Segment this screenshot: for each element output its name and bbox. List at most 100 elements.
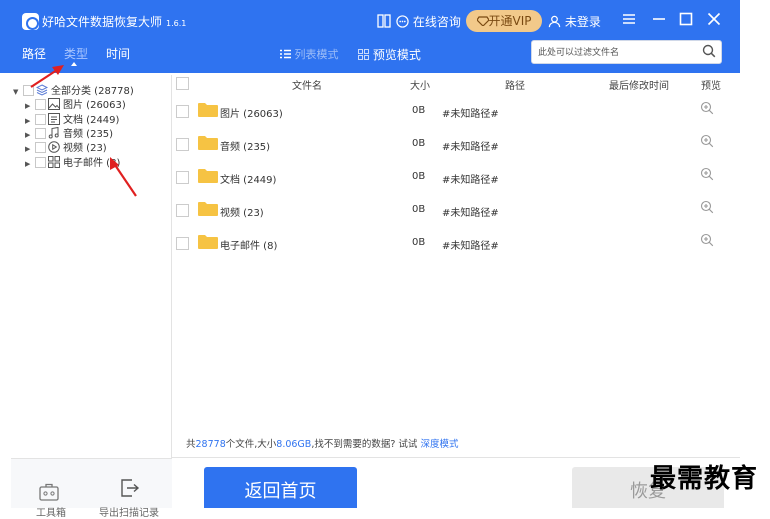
row-size: 0B — [412, 171, 426, 182]
online-consult-label: 在线咨询 — [412, 15, 461, 29]
select-all-checkbox[interactable] — [176, 77, 189, 90]
app-title: 好哈文件数据恢复大师 1.6.1 — [42, 13, 186, 30]
export-icon[interactable] — [118, 477, 140, 499]
close-icon[interactable] — [707, 12, 721, 30]
search-box[interactable] — [531, 40, 722, 64]
tree-item-audio[interactable]: ▶ 音频 (235) — [25, 125, 113, 140]
tree-checkbox[interactable] — [35, 157, 46, 168]
row-name: 图片 (26063) — [220, 109, 283, 120]
summary-mid: 个文件,大小 — [225, 439, 277, 450]
zoom-in-icon[interactable] — [700, 233, 714, 247]
expand-arrow-icon[interactable]: ▶ — [25, 131, 35, 139]
table-row[interactable]: 电子邮件 (8) 0B #未知路径# — [172, 228, 738, 260]
folder-icon — [198, 103, 218, 117]
row-path: #未知路径# — [442, 142, 499, 153]
tree-checkbox[interactable] — [35, 114, 46, 125]
column-header-name[interactable]: 文件名 — [292, 77, 322, 92]
tree-item-label: 视频 (23) — [63, 143, 107, 154]
expand-arrow-icon[interactable]: ▶ — [25, 145, 35, 153]
zoom-in-icon[interactable] — [700, 167, 714, 181]
table-row[interactable]: 音频 (235) 0B #未知路径# — [172, 129, 738, 161]
preview-mode-button[interactable]: 预览模式 — [358, 46, 421, 63]
list-mode-button[interactable]: 列表模式 — [280, 46, 339, 62]
row-path: #未知路径# — [442, 109, 499, 120]
watermark: 最需教育 — [650, 464, 759, 494]
row-path: #未知路径# — [442, 175, 499, 186]
row-path: #未知路径# — [442, 208, 499, 219]
open-vip-label: 开通VIP — [488, 14, 532, 28]
category-tree: ▼ 全部分类 (28778) ▶ 图片 (26063) ▶ 文档 (2449) ▶ 音频… — [11, 75, 172, 458]
tree-item-label: 图片 (26063) — [63, 100, 126, 111]
maximize-icon[interactable] — [679, 12, 693, 30]
expand-arrow-icon[interactable]: ▶ — [25, 160, 35, 168]
app-logo-icon — [22, 13, 39, 30]
expand-arrow-icon[interactable]: ▶ — [25, 102, 35, 110]
expand-arrow-icon[interactable]: ▶ — [25, 117, 35, 125]
row-checkbox[interactable] — [176, 204, 189, 217]
search-input[interactable] — [538, 45, 698, 60]
row-checkbox[interactable] — [176, 105, 189, 118]
tab-time[interactable]: 时间 — [106, 45, 130, 62]
tab-path[interactable]: 路径 — [22, 45, 46, 62]
row-checkbox[interactable] — [176, 138, 189, 151]
row-name: 视频 (23) — [220, 208, 264, 219]
row-size: 0B — [412, 138, 426, 149]
table-row[interactable]: 视频 (23) 0B #未知路径# — [172, 195, 738, 227]
row-checkbox[interactable] — [176, 237, 189, 250]
bottom-toolbar: 工具箱 导出扫描记录 — [11, 458, 172, 519]
toolbox-icon[interactable] — [38, 481, 60, 503]
zoom-in-icon[interactable] — [700, 200, 714, 214]
expand-arrow-icon[interactable]: ▼ — [13, 88, 23, 96]
row-name: 电子邮件 (8) — [220, 241, 278, 252]
folder-icon — [198, 136, 218, 150]
music-icon — [48, 127, 59, 139]
folder-icon — [198, 202, 218, 216]
active-tab-caret — [71, 62, 77, 66]
list-mode-label: 列表模式 — [294, 48, 339, 61]
login-label: 未登录 — [564, 15, 601, 29]
user-icon — [548, 15, 561, 28]
image-icon — [48, 98, 60, 110]
row-size: 0B — [412, 237, 426, 248]
minimize-icon[interactable] — [652, 12, 666, 30]
tree-root[interactable]: ▼ 全部分类 (28778) — [13, 82, 134, 97]
menu-icon[interactable] — [622, 12, 636, 30]
title-bar: 好哈文件数据恢复大师1.6.1 在线咨询 开通VIP 未登录 路径 类型 时间 — [0, 0, 740, 73]
tree-item-email[interactable]: ▶ 电子邮件 (8) — [25, 154, 120, 169]
zoom-in-icon[interactable] — [700, 101, 714, 115]
preview-mode-label: 预览模式 — [372, 48, 421, 62]
table-row[interactable]: 文档 (2449) 0B #未知路径# — [172, 162, 738, 194]
row-size: 0B — [412, 105, 426, 116]
column-header-size[interactable]: 大小 — [410, 77, 430, 92]
right-margin — [740, 0, 770, 508]
skin-icon[interactable] — [377, 14, 391, 33]
chat-icon — [396, 15, 409, 28]
toolbox-label[interactable]: 工具箱 — [36, 504, 66, 519]
online-consult-button[interactable]: 在线咨询 — [396, 13, 461, 30]
summary-count: 28778 — [195, 439, 226, 450]
summary-size: 8.06GB — [276, 439, 312, 450]
row-checkbox[interactable] — [176, 171, 189, 184]
tree-checkbox[interactable] — [35, 128, 46, 139]
tree-checkbox[interactable] — [23, 85, 34, 96]
summary-suffix: ,找不到需要的数据? 试试 — [311, 439, 418, 450]
back-home-button[interactable]: 返回首页 — [204, 467, 357, 508]
tab-type[interactable]: 类型 — [64, 45, 88, 62]
tree-checkbox[interactable] — [35, 99, 46, 110]
row-path: #未知路径# — [442, 241, 499, 252]
app-name: 好哈文件数据恢复大师 — [42, 15, 163, 29]
open-vip-button[interactable]: 开通VIP — [466, 10, 542, 32]
column-header-path[interactable]: 路径 — [505, 77, 525, 92]
tree-checkbox[interactable] — [35, 142, 46, 153]
table-row[interactable]: 图片 (26063) 0B #未知路径# — [172, 96, 738, 128]
tree-item-document[interactable]: ▶ 文档 (2449) — [25, 111, 119, 126]
zoom-in-icon[interactable] — [700, 134, 714, 148]
login-button[interactable]: 未登录 — [548, 13, 601, 30]
tree-item-image[interactable]: ▶ 图片 (26063) — [25, 96, 126, 111]
tree-item-video[interactable]: ▶ 视频 (23) — [25, 139, 107, 154]
folder-icon — [198, 235, 218, 249]
search-icon[interactable] — [702, 44, 716, 58]
column-header-modified[interactable]: 最后修改时间 — [609, 77, 669, 92]
export-label[interactable]: 导出扫描记录 — [99, 504, 159, 519]
deep-mode-link[interactable]: 深度模式 — [420, 439, 458, 450]
